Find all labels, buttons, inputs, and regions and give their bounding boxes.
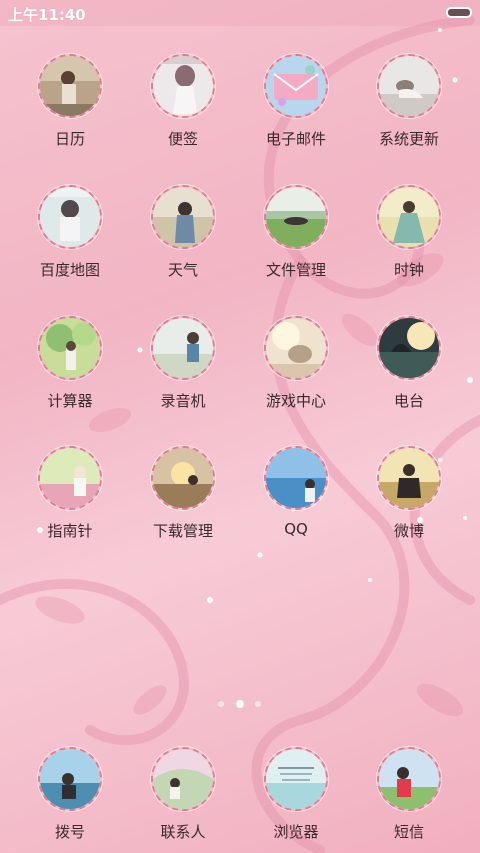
app-label: 录音机 [160,392,206,410]
app-label: 百度地图 [39,261,100,279]
weibo-icon [377,446,441,510]
app-system-update[interactable]: 系统更新 [353,54,465,164]
home-screen: 上午11:40 日历 便签 电子邮件 系统更新 百度地图 天气 文件管理 时钟 … [0,0,480,853]
qq-icon [264,446,328,510]
app-label: 拨号 [54,823,85,841]
app-label: 联系人 [160,823,206,841]
app-weibo[interactable]: 微博 [353,446,465,556]
app-label: 微博 [393,522,424,540]
page-dot-active [236,700,244,708]
app-calculator[interactable]: 计算器 [14,316,126,426]
app-label: 便签 [167,130,198,148]
app-game-center[interactable]: 游戏中心 [240,316,352,426]
app-recorder[interactable]: 录音机 [127,316,239,426]
dock-browser[interactable]: 浏览器 [240,747,352,853]
app-label: 游戏中心 [265,392,326,410]
messages-icon [377,747,441,811]
browser-icon [264,747,328,811]
app-email[interactable]: 电子邮件 [240,54,352,164]
contacts-icon [151,747,215,811]
app-label: 浏览器 [273,823,319,841]
dock-dialer[interactable]: 拨号 [14,747,126,853]
notes-icon [151,54,215,118]
dock-contacts[interactable]: 联系人 [127,747,239,853]
status-bar: 上午11:40 [0,0,480,26]
app-baidu-map[interactable]: 百度地图 [14,185,126,295]
app-clock[interactable]: 时钟 [353,185,465,295]
file-manager-icon [264,185,328,249]
app-label: 文件管理 [265,261,326,279]
baidu-map-icon [38,185,102,249]
app-label: 时钟 [393,261,424,279]
app-weather[interactable]: 天气 [127,185,239,295]
app-calendar[interactable]: 日历 [14,54,126,164]
page-dot [255,701,261,707]
email-icon [264,54,328,118]
dialer-icon [38,747,102,811]
app-label: 计算器 [47,392,93,410]
app-file-manager[interactable]: 文件管理 [240,185,352,295]
system-update-icon [377,54,441,118]
recorder-icon [151,316,215,380]
app-label: 日历 [54,130,85,148]
app-compass[interactable]: 指南针 [14,446,126,556]
app-label: 天气 [167,261,198,279]
app-label: 指南针 [47,522,93,540]
app-qq[interactable]: QQ [240,446,352,556]
app-label: 短信 [393,823,424,841]
app-label: 电台 [393,392,424,410]
download-manager-icon [151,446,215,510]
weather-icon [151,185,215,249]
app-label: 下载管理 [152,522,213,540]
app-radio[interactable]: 电台 [353,316,465,426]
calculator-icon [38,316,102,380]
app-label: 电子邮件 [265,130,326,148]
page-indicator [216,700,266,711]
battery-icon [446,7,472,18]
radio-icon [377,316,441,380]
compass-icon [38,446,102,510]
clock-icon [377,185,441,249]
status-time: 上午11:40 [8,6,86,24]
dock-messages[interactable]: 短信 [353,747,465,853]
game-center-icon [264,316,328,380]
page-dot [218,701,224,707]
app-label: QQ [284,520,308,538]
app-label: 系统更新 [378,130,439,148]
app-download-manager[interactable]: 下载管理 [127,446,239,556]
calendar-icon [38,54,102,118]
app-notes[interactable]: 便签 [127,54,239,164]
